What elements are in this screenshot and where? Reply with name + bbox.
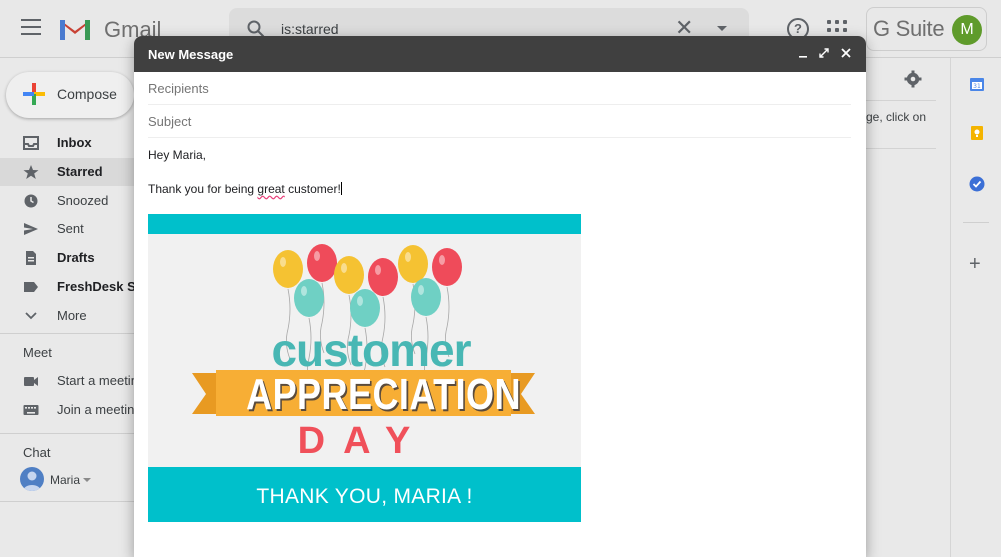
sidebar-item-freshdesk[interactable]: FreshDesk Su (0, 273, 144, 301)
close-icon[interactable] (839, 46, 853, 60)
search-options-icon[interactable] (717, 26, 727, 31)
join-meeting-item[interactable]: Join a meetin (0, 396, 134, 424)
sidebar-divider (0, 501, 134, 502)
chat-user-name[interactable]: Maria (50, 473, 80, 487)
right-divider (866, 148, 936, 149)
sidebar-item-snoozed[interactable]: Snoozed (0, 187, 134, 215)
balloon-highlight (301, 286, 307, 296)
balloon-highlight (341, 263, 347, 273)
keep-icon[interactable] (969, 125, 985, 141)
right-divider (866, 100, 936, 101)
main-menu-icon[interactable] (21, 19, 41, 35)
calendar-icon[interactable]: 31 (969, 76, 985, 92)
balloon (334, 256, 364, 294)
draft-icon (26, 251, 36, 265)
compose-label: Compose (57, 86, 117, 102)
balloon (368, 258, 398, 296)
recipients-field[interactable]: Recipients (148, 72, 851, 105)
sidebar-divider (0, 333, 134, 334)
balloon-highlight (314, 251, 320, 261)
sidebar-item-label: Drafts (57, 250, 95, 265)
compose-header[interactable]: New Message (134, 36, 866, 72)
balloon-highlight (375, 265, 381, 275)
sidebar-item-label: Snoozed (57, 193, 109, 208)
keyboard-icon (23, 405, 39, 415)
sidebar-item-sent[interactable]: Sent (0, 215, 134, 243)
sidebar-item-label: Starred (57, 164, 103, 179)
label-icon (24, 282, 38, 292)
message-text: Thank you for being (148, 182, 258, 196)
meet-heading: Meet (23, 345, 52, 360)
sidebar-item-label: FreshDesk Su (57, 279, 144, 294)
full-screen-icon[interactable] (817, 46, 831, 60)
inbox-icon (23, 136, 39, 150)
person-icon (23, 471, 41, 491)
message-greeting[interactable]: Hey Maria, (148, 148, 206, 162)
get-addons-plus-icon[interactable]: + (969, 253, 981, 276)
card-appreciation-text: APPRECIATION (246, 370, 521, 419)
clock-icon (24, 194, 38, 208)
video-camera-icon (24, 377, 38, 386)
chat-heading: Chat (23, 445, 51, 460)
account-avatar[interactable]: M (952, 15, 982, 45)
plus-icon (23, 83, 45, 105)
chat-status-caret-icon[interactable] (83, 478, 91, 482)
star-icon (23, 165, 39, 179)
sidebar-item-label: More (57, 308, 87, 323)
card-thank-you-text: THANK YOU, MARIA ! (256, 485, 473, 508)
start-meeting-item[interactable]: Start a meetin (0, 367, 138, 395)
card-top-band (148, 214, 581, 234)
sidebar-item-starred[interactable]: Starred (0, 158, 134, 186)
compose-window: New Message Recipients Subject Hey Maria… (134, 36, 866, 557)
message-text: customer! (284, 182, 341, 196)
message-body-line[interactable]: Thank you for being great customer! (148, 182, 342, 196)
gear-icon[interactable] (904, 70, 922, 88)
tasks-icon[interactable] (969, 176, 985, 192)
gsuite-label: G Suite (873, 16, 945, 41)
minimize-icon[interactable] (796, 46, 810, 60)
send-icon (24, 223, 38, 235)
addon-divider (963, 222, 989, 223)
balloon (294, 279, 324, 317)
appreciation-card-image[interactable]: customer APPRECIATION DAY THANK YOU, MAR… (148, 214, 581, 522)
sidebar-item-inbox[interactable]: Inbox (0, 129, 134, 157)
subject-placeholder: Subject (148, 114, 192, 129)
svg-text:31: 31 (973, 83, 981, 90)
sidebar-item-label: Sent (57, 221, 84, 236)
compose-title: New Message (148, 47, 234, 62)
sidebar-item-label: Inbox (57, 135, 92, 150)
balloon (398, 245, 428, 283)
balloon (273, 250, 303, 288)
chevron-down-icon (25, 312, 37, 320)
gmail-logo-icon[interactable] (58, 16, 92, 42)
misspelled-word[interactable]: great (257, 182, 284, 196)
card-day-text: DAY (297, 420, 429, 462)
balloon-highlight (357, 296, 363, 306)
subject-field[interactable]: Subject (148, 105, 851, 138)
sidebar-item-more[interactable]: More (0, 302, 134, 330)
balloon-highlight (405, 252, 411, 262)
hint-text: ge, click on (866, 110, 927, 124)
search-input[interactable]: is:starred (281, 21, 339, 37)
sidebar-item-drafts[interactable]: Drafts (0, 244, 134, 272)
balloon (411, 278, 441, 316)
right-pane (866, 58, 950, 557)
recipients-placeholder: Recipients (148, 81, 209, 96)
text-cursor (340, 182, 342, 195)
chat-user-avatar[interactable] (20, 467, 44, 491)
join-meeting-label: Join a meetin (57, 402, 135, 417)
start-meeting-label: Start a meetin (57, 373, 138, 388)
balloon (307, 244, 337, 282)
balloon (432, 248, 462, 286)
balloon-highlight (280, 257, 286, 267)
balloon-highlight (418, 285, 424, 295)
balloon-highlight (439, 255, 445, 265)
sidebar-divider (0, 433, 134, 434)
